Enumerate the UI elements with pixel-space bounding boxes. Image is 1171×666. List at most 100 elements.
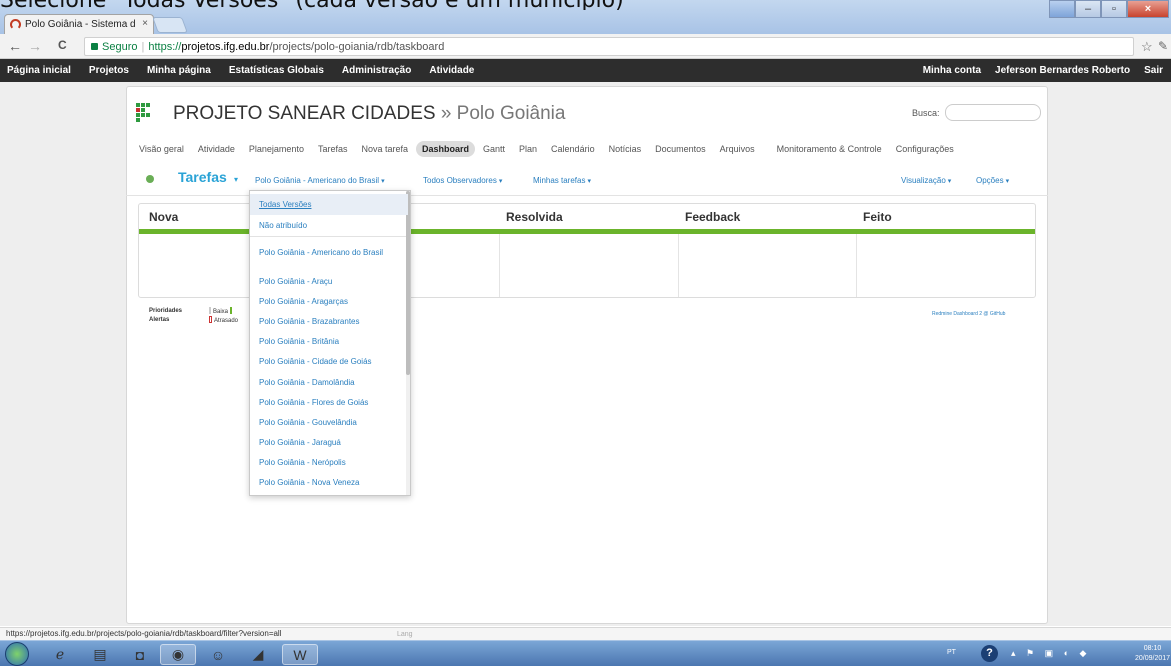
my-tasks-dropdown[interactable]: Minhas tarefas ▾	[533, 176, 591, 185]
top-menu-item-pagina-inicial[interactable]: Página inicial	[7, 65, 71, 76]
tab-planejamento[interactable]: Planejamento	[243, 141, 310, 157]
tab-title: Polo Goiânia - Sistema d	[25, 19, 136, 30]
chrome-icon[interactable]: ◉	[160, 644, 196, 665]
top-menu-item-estatisticas-globais[interactable]: Estatísticas Globais	[229, 65, 324, 76]
dropdown-item-version[interactable]: Polo Goiânia - Aragarças	[250, 297, 408, 306]
clock-date: 20/09/2017	[1135, 655, 1171, 662]
top-menu-item-administracao[interactable]: Administração	[342, 65, 411, 76]
dropdown-item-version[interactable]: Polo Goiânia - Britânia	[250, 337, 408, 346]
refresh-icon[interactable]	[146, 175, 154, 183]
tab-atividade[interactable]: Atividade	[192, 141, 241, 157]
start-button-icon[interactable]	[5, 642, 29, 666]
top-menu-item-atividade[interactable]: Atividade	[429, 65, 474, 76]
dropdown-item-version[interactable]: Polo Goiânia - Nova Veneza	[250, 478, 408, 487]
dashboard-title[interactable]: Tarefas	[178, 169, 227, 185]
options-dropdown[interactable]: Opções ▾	[976, 176, 1009, 185]
url-input[interactable]: Seguro | https://projetos.ifg.edu.br/proje…	[84, 37, 1134, 56]
chevron-down-icon: ▾	[947, 178, 952, 185]
lang-label: Lang	[397, 631, 413, 638]
title-caret-icon: ▾	[234, 175, 239, 184]
top-menu-item-jeferson-bernardes-roberto[interactable]: Jeferson Bernardes Roberto	[995, 65, 1130, 76]
legend: Prioridades Alertas Baixa Atrasado	[149, 307, 238, 325]
bookmark-star-icon[interactable]: ☆	[1141, 39, 1153, 55]
top-menu-item-minha-pagina[interactable]: Minha página	[147, 65, 211, 76]
tab-calendario[interactable]: Calendário	[545, 141, 601, 157]
help-icon[interactable]: ?	[981, 645, 998, 662]
dropdown-item-version[interactable]: Polo Goiânia - Gouvelândia	[250, 418, 408, 427]
tab-nova-tarefa[interactable]: Nova tarefa	[355, 141, 414, 157]
version-filter-dropdown[interactable]: Polo Goiânia - Americano do Brasil ▾	[255, 176, 385, 185]
back-button[interactable]: ←	[8, 38, 22, 54]
redmine-favicon-icon	[10, 19, 21, 30]
new-tab-button[interactable]	[152, 17, 188, 33]
chevron-down-icon: ▾	[587, 178, 591, 185]
maximize-button[interactable]: ▫	[1101, 0, 1127, 18]
column-divider	[856, 234, 857, 297]
dropdown-item-unassigned[interactable]: Não atribuído	[250, 221, 408, 230]
chevron-down-icon: ▾	[498, 178, 503, 185]
tray-icons[interactable]: ▴ ⚑ ▣ ◐ ◆	[1011, 648, 1090, 659]
dashboard-credit-link[interactable]: Redmine Dashboard 2 @ GitHub	[932, 311, 1005, 317]
dropdown-item-version[interactable]: Polo Goiânia - Cidade de Goiás	[250, 357, 408, 366]
search-input[interactable]	[945, 104, 1041, 121]
tray-language[interactable]: PT	[947, 649, 956, 656]
tab-plan[interactable]: Plan	[513, 141, 543, 157]
top-menu-item-projetos[interactable]: Projetos	[89, 65, 129, 76]
browser-tab[interactable]: Polo Goiânia - Sistema d ×	[4, 14, 154, 34]
top-menu-item-minha-conta[interactable]: Minha conta	[923, 65, 981, 76]
dropdown-divider	[250, 236, 408, 237]
dropdown-item-version[interactable]: Polo Goiânia - Araçu	[250, 277, 408, 286]
dropdown-item-version[interactable]: Polo Goiânia - Damolândia	[250, 378, 408, 387]
tab-dashboard[interactable]: Dashboard	[416, 141, 476, 157]
tab-documentos[interactable]: Documentos	[649, 141, 712, 157]
column-header-nova: Nova	[149, 210, 179, 224]
observer-filter-dropdown[interactable]: Todos Observadores ▾	[423, 176, 502, 185]
dropdown-item-all-versions[interactable]: Todas Versões	[250, 194, 408, 215]
search-label: Busca:	[912, 108, 940, 118]
extension-icon[interactable]: ✎	[1158, 39, 1168, 53]
window-menu-button[interactable]	[1049, 0, 1075, 18]
dropdown-item-version[interactable]: Polo Goiânia - Nerópolis	[250, 458, 408, 467]
view-dropdown[interactable]: Visualização ▾	[901, 176, 951, 185]
tab-monitoramento-controle[interactable]: Monitoramento & Controle	[771, 141, 888, 157]
column-divider	[499, 234, 500, 297]
forward-button[interactable]: →	[28, 38, 42, 54]
files-icon[interactable]: ◢	[240, 644, 276, 665]
tab-close-icon[interactable]: ×	[142, 18, 148, 29]
dropdown-item-version[interactable]: Polo Goiânia - Brazabrantes	[250, 317, 408, 326]
alert-late: Atrasado	[214, 318, 239, 324]
office-icon[interactable]: ◘	[122, 644, 158, 665]
explorer-icon[interactable]: ▤	[82, 644, 118, 665]
tab-tarefas[interactable]: Tarefas	[312, 141, 354, 157]
minimize-button[interactable]: –	[1075, 0, 1101, 18]
window-controls: – ▫ ×	[1049, 0, 1169, 18]
reload-button[interactable]: C	[58, 38, 67, 52]
skype-icon[interactable]: ☺	[200, 644, 236, 665]
tab-gantt[interactable]: Gantt	[477, 141, 511, 157]
column-divider	[678, 234, 679, 297]
lock-icon	[91, 43, 98, 50]
dropdown-item-version[interactable]: Polo Goiânia - Flores de Goiás	[250, 398, 408, 407]
close-window-button[interactable]: ×	[1127, 0, 1169, 18]
tab-configuracoes[interactable]: Configurações	[890, 141, 960, 157]
tab-noticias[interactable]: Notícias	[603, 141, 648, 157]
tab-arquivos[interactable]: Arquivos	[714, 141, 761, 157]
top-menu-item-sair[interactable]: Sair	[1144, 65, 1163, 76]
word-icon[interactable]: W	[282, 644, 318, 665]
priority-low: Baixa	[213, 309, 229, 315]
version-dropdown-menu: Todas Versões Não atribuído Polo Goiânia -…	[249, 190, 411, 496]
secure-label: Seguro	[102, 41, 138, 53]
alerts-label: Alertas	[149, 317, 170, 323]
url-scheme: https://	[148, 41, 182, 53]
tab-visao-geral[interactable]: Visão geral	[137, 141, 190, 157]
address-bar: ← → C Seguro | https://projetos.ifg.edu.br…	[0, 34, 1171, 59]
ie-icon[interactable]: ℯ	[42, 644, 78, 665]
clock[interactable]: 08:10 20/09/2017	[1135, 644, 1170, 664]
dropdown-item-version[interactable]: Polo Goiânia - Jaraguá	[250, 438, 408, 447]
status-url: https://projetos.ifg.edu.br/projects/pol…	[6, 629, 282, 638]
project-title: PROJETO SANEAR CIDADES » Polo Goiânia	[173, 103, 566, 124]
dropdown-item-version[interactable]: Polo Goiânia - Americano do Brasil	[250, 248, 408, 257]
column-header-feedback: Feedback	[685, 210, 741, 224]
priorities-label: Prioridades	[149, 308, 183, 314]
clock-time: 08:10	[1143, 645, 1162, 652]
